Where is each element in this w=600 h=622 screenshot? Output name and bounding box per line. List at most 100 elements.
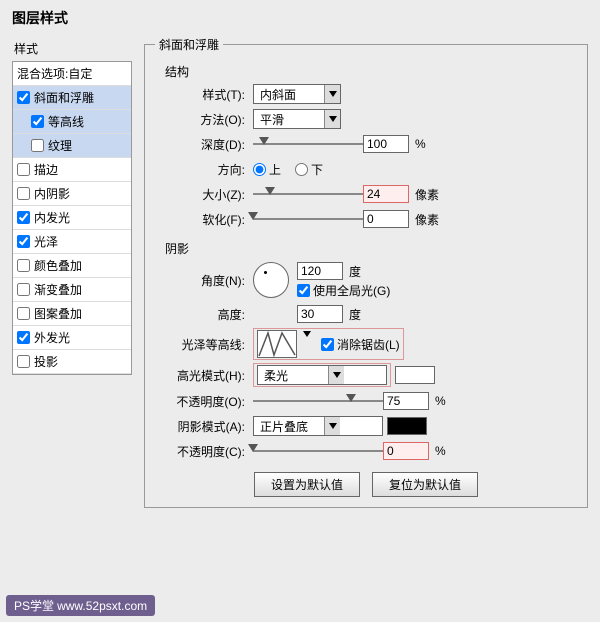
depth-unit: % (415, 137, 426, 151)
highlight-opacity-slider[interactable] (253, 394, 383, 408)
technique-select[interactable]: 平滑 (253, 109, 341, 129)
depth-input[interactable] (363, 135, 409, 153)
checkbox-icon[interactable] (17, 187, 30, 200)
shadow-mode-select[interactable]: 正片叠底 (253, 416, 383, 436)
shadow-opacity-unit: % (435, 444, 446, 458)
checkbox-icon[interactable] (17, 331, 30, 344)
checkbox-icon[interactable] (17, 91, 30, 104)
sidebar-item-8[interactable]: 渐变叠加 (13, 278, 131, 302)
gloss-contour-label: 光泽等高线: (165, 336, 245, 353)
soften-input[interactable] (363, 210, 409, 228)
shadow-mode-label: 阴影模式(A): (165, 418, 245, 435)
sidebar-item-label: 光泽 (34, 233, 58, 250)
direction-up-radio[interactable]: 上 (253, 161, 281, 178)
direction-down-label: 下 (311, 161, 323, 178)
highlight-opacity-input[interactable] (383, 392, 429, 410)
sidebar-item-label: 内阴影 (34, 185, 70, 202)
sidebar-item-label: 纹理 (48, 137, 72, 154)
style-select[interactable]: 内斜面 (253, 84, 341, 104)
angle-input[interactable] (297, 262, 343, 280)
size-unit: 像素 (415, 186, 439, 203)
gloss-contour-picker[interactable] (257, 330, 297, 358)
depth-slider[interactable] (253, 137, 363, 151)
sidebar-item-label: 投影 (34, 353, 58, 370)
dialog-title: 图层样式 (12, 8, 588, 28)
angle-unit: 度 (349, 263, 361, 280)
highlight-color-swatch[interactable] (395, 366, 435, 384)
style-label: 样式(T): (165, 86, 245, 103)
watermark: PS学堂 www.52psxt.com (6, 595, 155, 616)
sidebar-item-6[interactable]: 光泽 (13, 230, 131, 254)
altitude-input[interactable] (297, 305, 343, 323)
sidebar-item-label: 内发光 (34, 209, 70, 226)
shading-group: 阴影 角度(N): 度 使用全局光(G) (165, 240, 577, 462)
checkbox-icon[interactable] (17, 307, 30, 320)
sidebar-item-11[interactable]: 投影 (13, 350, 131, 374)
chevron-down-icon (328, 366, 344, 384)
radio-icon[interactable] (295, 163, 308, 176)
reset-default-button[interactable]: 复位为默认值 (372, 472, 478, 497)
sidebar-item-9[interactable]: 图案叠加 (13, 302, 131, 326)
checkbox-icon[interactable] (31, 115, 44, 128)
checkbox-icon[interactable] (17, 283, 30, 296)
structure-group: 结构 样式(T): 内斜面 方法(O): 平滑 (165, 63, 577, 230)
sidebar-item-label: 外发光 (34, 329, 70, 346)
shadow-opacity-input[interactable] (383, 442, 429, 460)
highlight-mode-select[interactable]: 柔光 (257, 365, 387, 385)
angle-label: 角度(N): (165, 272, 245, 289)
checkbox-icon[interactable] (17, 355, 30, 368)
highlight-mode-value: 柔光 (258, 367, 328, 384)
sidebar-item-label: 渐变叠加 (34, 281, 82, 298)
sidebar-item-0[interactable]: 斜面和浮雕 (13, 86, 131, 110)
radio-icon[interactable] (253, 163, 266, 176)
soften-label: 软化(F): (165, 211, 245, 228)
global-light-checkbox[interactable]: 使用全局光(G) (297, 282, 390, 299)
blend-options-item[interactable]: 混合选项:自定 (13, 62, 131, 86)
checkbox-icon[interactable] (31, 139, 44, 152)
chevron-down-icon (324, 110, 340, 128)
checkbox-icon[interactable] (17, 163, 30, 176)
blend-options-label: 混合选项:自定 (17, 65, 92, 82)
sidebar-item-7[interactable]: 颜色叠加 (13, 254, 131, 278)
soften-unit: 像素 (415, 211, 439, 228)
sidebar-item-5[interactable]: 内发光 (13, 206, 131, 230)
chevron-down-icon[interactable] (303, 337, 311, 351)
settings-panel: 斜面和浮雕 结构 样式(T): 内斜面 方法(O): 平滑 (144, 36, 588, 516)
highlight-mode-label: 高光模式(H): (165, 367, 245, 384)
size-input[interactable] (363, 185, 409, 203)
sidebar-item-4[interactable]: 内阴影 (13, 182, 131, 206)
checkbox-icon[interactable] (17, 259, 30, 272)
checkbox-icon[interactable] (17, 211, 30, 224)
antialias-checkbox[interactable]: 消除锯齿(L) (321, 336, 400, 353)
shadow-opacity-slider[interactable] (253, 444, 383, 458)
sidebar-item-3[interactable]: 描边 (13, 158, 131, 182)
sidebar-item-1[interactable]: 等高线 (13, 110, 131, 134)
technique-value: 平滑 (254, 111, 324, 128)
shadow-mode-value: 正片叠底 (254, 418, 324, 435)
chevron-down-icon (324, 85, 340, 103)
checkbox-icon[interactable] (321, 338, 334, 351)
depth-label: 深度(D): (165, 136, 245, 153)
sidebar-item-label: 等高线 (48, 113, 84, 130)
sidebar-item-2[interactable]: 纹理 (13, 134, 131, 158)
direction-down-radio[interactable]: 下 (295, 161, 323, 178)
angle-dial[interactable] (253, 262, 289, 298)
direction-up-label: 上 (269, 161, 281, 178)
structure-title: 结构 (165, 63, 577, 80)
bevel-emboss-group: 斜面和浮雕 结构 样式(T): 内斜面 方法(O): 平滑 (144, 36, 588, 508)
checkbox-icon[interactable] (297, 284, 310, 297)
global-light-label: 使用全局光(G) (313, 282, 390, 299)
altitude-unit: 度 (349, 306, 361, 323)
sidebar: 样式 混合选项:自定 斜面和浮雕等高线纹理描边内阴影内发光光泽颜色叠加渐变叠加图… (12, 36, 132, 516)
sidebar-item-label: 描边 (34, 161, 58, 178)
soften-slider[interactable] (253, 212, 363, 226)
sidebar-item-10[interactable]: 外发光 (13, 326, 131, 350)
styles-header: 样式 (12, 36, 132, 61)
make-default-button[interactable]: 设置为默认值 (254, 472, 360, 497)
shadow-opacity-label: 不透明度(C): (165, 443, 245, 460)
shadow-color-swatch[interactable] (387, 417, 427, 435)
checkbox-icon[interactable] (17, 235, 30, 248)
size-slider[interactable] (253, 187, 363, 201)
style-list: 混合选项:自定 斜面和浮雕等高线纹理描边内阴影内发光光泽颜色叠加渐变叠加图案叠加… (12, 61, 132, 375)
antialias-label: 消除锯齿(L) (337, 336, 400, 353)
